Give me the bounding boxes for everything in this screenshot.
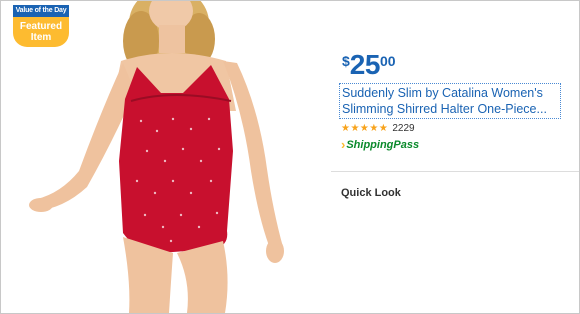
price-currency: $: [342, 53, 350, 69]
price-cents: 00: [379, 53, 396, 69]
value-of-the-day-badge: Value of the Day Featured Item: [13, 5, 69, 47]
product-price: $2500: [342, 49, 396, 81]
badge-top-label: Value of the Day: [13, 5, 69, 17]
quick-look-button[interactable]: Quick Look: [341, 187, 401, 199]
swimsuit-photo: [29, 1, 284, 313]
product-rating[interactable]: ★★★★★ 2229: [341, 123, 415, 134]
product-title-link[interactable]: Suddenly Slim by Catalina Women's Slimmi…: [339, 83, 561, 119]
badge-featured-label: Featured Item: [13, 17, 69, 47]
shipping-pass-badge: › Shipping Pass: [341, 137, 419, 152]
shipping-label: Shipping: [346, 138, 394, 151]
product-card[interactable]: Value of the Day Featured Item $2500 Sud…: [0, 0, 580, 314]
price-whole: 25: [349, 49, 381, 80]
product-image[interactable]: Value of the Day Featured Item: [1, 1, 331, 313]
shipping-chevron-icon: ›: [341, 137, 346, 152]
review-count: 2229: [392, 123, 415, 134]
star-icon: ★★★★★: [341, 123, 389, 134]
divider: [331, 171, 579, 172]
shipping-pass-label: Pass: [393, 138, 420, 151]
